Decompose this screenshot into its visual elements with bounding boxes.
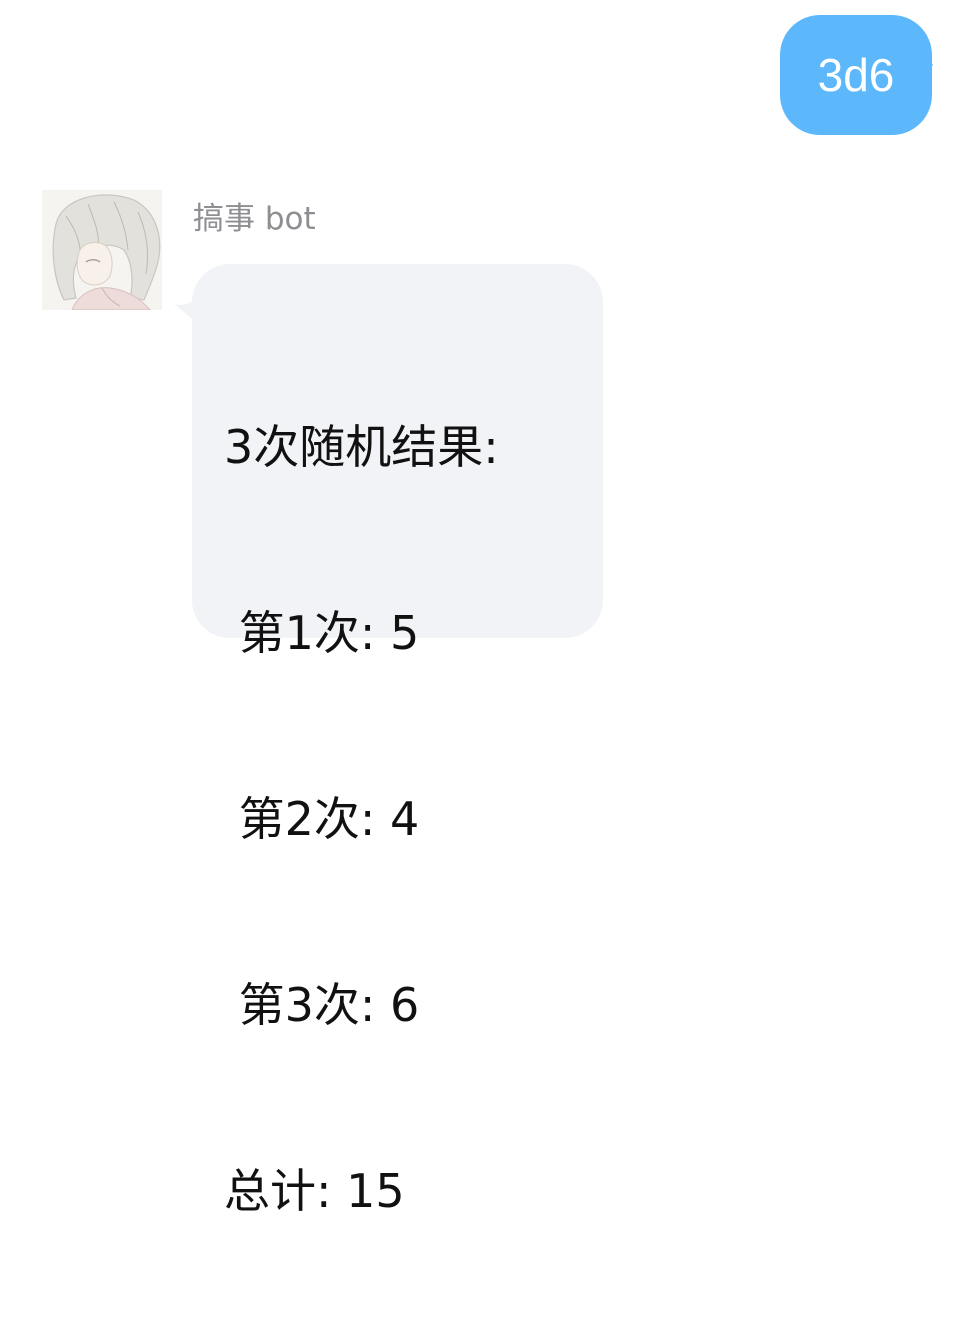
roll-2-line: 第2次: 4 — [224, 792, 420, 846]
result-header-line: 3次随机结果: — [224, 420, 499, 474]
outgoing-bubble-tail — [924, 55, 933, 77]
roll-3-line: 第3次: 6 — [224, 978, 420, 1032]
anime-girl-avatar-icon — [42, 190, 162, 310]
roll-1-line: 第1次: 5 — [224, 606, 420, 660]
outgoing-message-text: 3d6 — [817, 49, 895, 101]
incoming-message-text: 3次随机结果: 第1次: 5 第2次: 4 第3次: 6 总计: 15 — [224, 292, 499, 1318]
outgoing-bubble[interactable]: 3d6 — [780, 15, 932, 135]
sender-name: 搞事 bot — [193, 201, 316, 237]
avatar[interactable] — [42, 190, 162, 310]
total-line: 总计: 15 — [224, 1164, 405, 1218]
outgoing-message[interactable]: 3d6 — [780, 15, 933, 135]
chat-view: 3d6 搞事 bot 3次随机结果: 第1次: 5 第2次: 4 第3次: 6 … — [0, 0, 954, 1218]
